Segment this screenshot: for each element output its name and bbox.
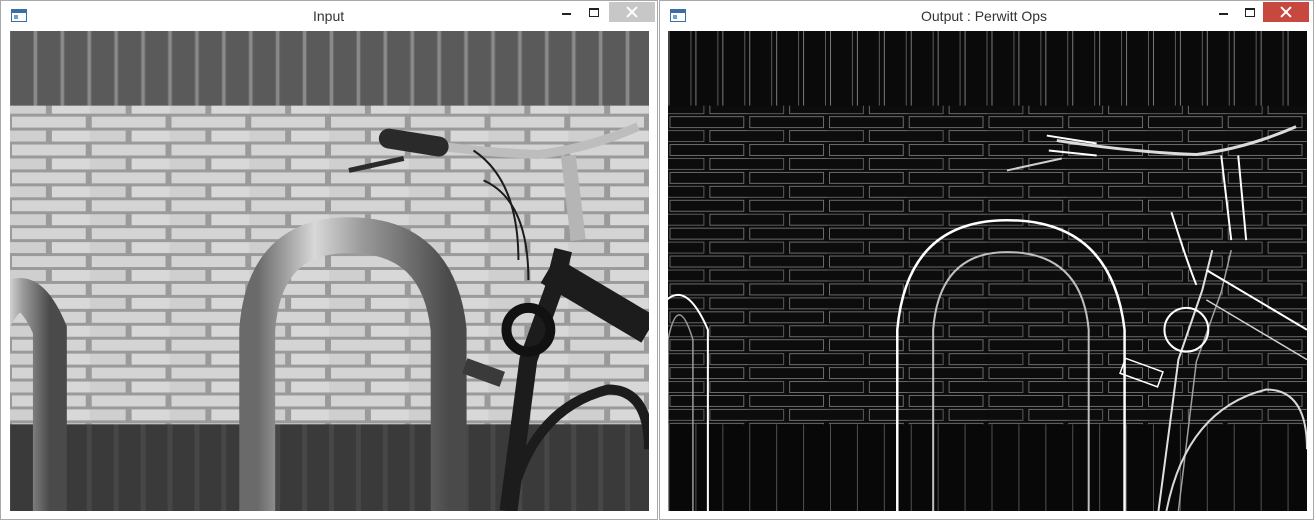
close-icon <box>1280 6 1292 18</box>
maximize-button[interactable] <box>581 2 607 22</box>
window-title: Input <box>313 8 345 24</box>
input-window: Input <box>0 0 658 520</box>
window-title: Output : Perwitt Ops <box>921 8 1048 24</box>
minimize-button[interactable] <box>553 2 579 22</box>
output-image <box>668 31 1307 511</box>
maximize-icon <box>589 7 599 17</box>
output-photo <box>668 31 1307 511</box>
app-window-icon[interactable] <box>670 9 686 22</box>
maximize-button[interactable] <box>1237 2 1263 22</box>
close-icon <box>626 6 638 18</box>
minimize-button[interactable] <box>1210 2 1236 22</box>
app-window-icon[interactable] <box>11 9 27 22</box>
input-titlebar[interactable]: Input <box>1 1 657 31</box>
minimize-icon <box>1218 13 1228 15</box>
close-button[interactable] <box>1263 2 1309 22</box>
input-image <box>10 31 649 511</box>
output-window: Output : Perwitt Ops <box>659 0 1314 520</box>
maximize-icon <box>1245 7 1255 17</box>
close-button[interactable] <box>609 2 655 22</box>
output-titlebar[interactable]: Output : Perwitt Ops <box>660 1 1313 31</box>
input-photo <box>10 31 649 511</box>
minimize-icon <box>561 13 571 15</box>
